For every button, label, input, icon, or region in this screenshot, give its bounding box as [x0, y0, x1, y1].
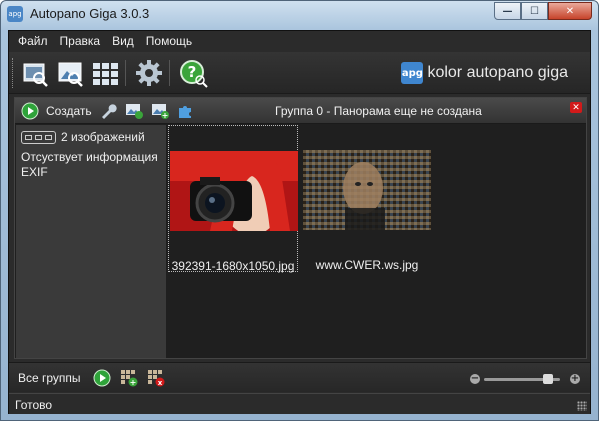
svg-text:?: ? — [188, 63, 197, 81]
menu-view[interactable]: Вид — [106, 31, 140, 52]
app-logo-icon: apg — [7, 6, 23, 22]
import-images-button[interactable] — [54, 57, 86, 89]
minimize-button[interactable]: — — [494, 2, 521, 20]
bottom-bar: Все группы + x − + — [9, 362, 590, 392]
zoom-out-icon[interactable]: − — [470, 374, 480, 384]
help-button[interactable]: ? — [177, 57, 209, 89]
close-group-button[interactable]: ✕ — [570, 102, 582, 113]
add-images-button[interactable]: + — [151, 102, 169, 120]
puzzle-button[interactable] — [177, 102, 195, 120]
zoom-slider[interactable]: − + — [470, 374, 580, 384]
detect-panoramas-button[interactable] — [89, 57, 121, 89]
settings-gear-icon — [136, 60, 162, 86]
grid-add-icon: + — [121, 370, 138, 387]
select-folder-icon — [23, 63, 48, 87]
exif-info: Отсуствует информация EXIF — [21, 150, 158, 179]
main-toolbar: ? apg kolor autopano giga — [9, 52, 590, 94]
svg-text:x: x — [158, 379, 163, 387]
play-icon — [93, 369, 111, 387]
group-panel: Создать + Группа 0 - Панорама еще не соз… — [14, 97, 587, 359]
render-all-button[interactable] — [93, 369, 111, 387]
image-thumbnail[interactable]: www.CWER.ws.jpg — [302, 125, 432, 272]
add-group-button[interactable]: + — [120, 369, 138, 387]
play-icon — [21, 102, 39, 120]
detect-panoramas-icon — [93, 63, 118, 85]
zoom-handle[interactable] — [543, 374, 554, 384]
toolbar-grip[interactable] — [12, 58, 15, 88]
svg-text:+: + — [130, 378, 137, 387]
delete-group-button[interactable]: x — [147, 369, 165, 387]
resize-grip-icon[interactable] — [577, 401, 587, 411]
brand-logo: apg kolor autopano giga — [401, 62, 568, 84]
maximize-button[interactable]: ☐ — [521, 2, 548, 20]
svg-text:+: + — [162, 111, 169, 120]
group-header: Создать + Группа 0 - Панорама еще не соз… — [15, 98, 586, 124]
thumbnail-filename: www.CWER.ws.jpg — [315, 258, 419, 272]
image-edit-icon — [126, 104, 143, 119]
wrench-icon — [102, 104, 117, 119]
menu-bar: Файл Правка Вид Помощь — [9, 31, 590, 52]
image-thumbnail[interactable]: 392391-1680x1050.jpg — [168, 125, 298, 273]
help-icon: ? — [180, 60, 208, 88]
create-button-label[interactable]: Создать — [46, 104, 92, 118]
thumbnail-image-camera — [170, 151, 298, 231]
thumbnail-filename: 392391-1680x1050.jpg — [171, 259, 295, 273]
edit-tool-button[interactable] — [99, 102, 117, 120]
thumbnail-image-mosaic — [303, 150, 431, 230]
group-title: Группа 0 - Панорама еще не создана — [275, 104, 482, 118]
image-count: 2 изображений — [61, 130, 145, 144]
toolbar-separator — [125, 60, 126, 86]
app-window: apg Autopano Giga 3.0.3 — ☐ ✕ Файл Правк… — [0, 0, 599, 421]
zoom-in-icon[interactable]: + — [570, 374, 580, 384]
image-count-row: 2 изображений — [21, 130, 145, 144]
window-title: Autopano Giga 3.0.3 — [30, 6, 150, 21]
status-text: Готово — [15, 398, 53, 412]
image-grid-icon — [21, 130, 56, 144]
settings-button[interactable] — [133, 57, 165, 89]
menu-edit[interactable]: Правка — [54, 31, 107, 52]
all-groups-label: Все группы — [18, 371, 81, 385]
close-button[interactable]: ✕ — [548, 2, 592, 20]
status-bar: Готово — [9, 393, 590, 414]
image-add-icon: + — [152, 104, 169, 120]
grid-delete-icon: x — [148, 370, 165, 387]
brand-text: kolor autopano giga — [427, 64, 568, 81]
menu-help[interactable]: Помощь — [140, 31, 198, 52]
title-bar[interactable]: apg Autopano Giga 3.0.3 — ☐ ✕ — [1, 1, 598, 29]
puzzle-icon — [179, 106, 191, 118]
apg-logo-icon: apg — [401, 62, 424, 84]
group-info-panel: 2 изображений Отсуствует информация EXIF — [16, 125, 166, 358]
toolbar-separator — [169, 60, 170, 86]
client-area: Файл Правка Вид Помощь ? apg kolor autop… — [8, 30, 591, 414]
create-play-button[interactable] — [21, 102, 39, 120]
menu-file[interactable]: Файл — [12, 31, 54, 52]
import-images-icon — [58, 62, 83, 87]
window-controls: — ☐ ✕ — [494, 2, 592, 20]
edit-images-button[interactable] — [125, 102, 143, 120]
select-folder-button[interactable] — [19, 57, 51, 89]
